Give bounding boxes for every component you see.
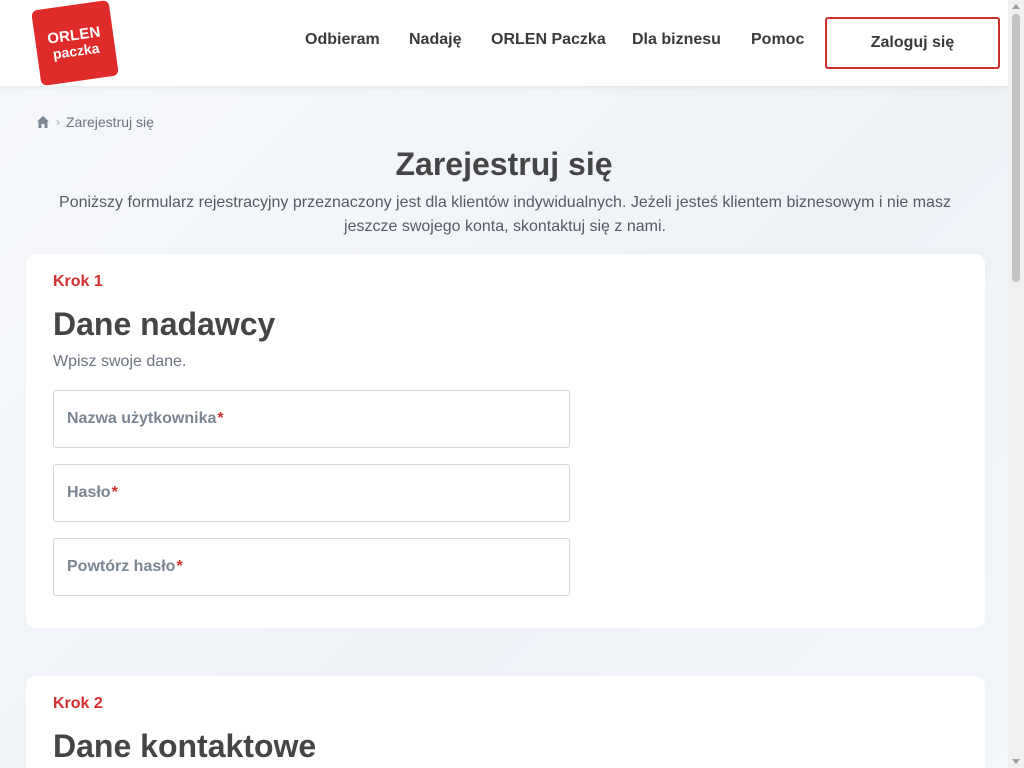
repeat-password-label: Powtórz hasło — [67, 558, 176, 575]
required-mark: * — [176, 558, 183, 575]
step-label: Krok 1 — [53, 273, 103, 290]
nav-item-orlen-paczka[interactable]: ORLEN Paczka — [491, 31, 606, 49]
password-field[interactable]: Hasło * — [53, 464, 570, 522]
scroll-up-icon[interactable] — [1012, 4, 1020, 9]
nav-item-pomoc[interactable]: Pomoc — [751, 31, 804, 49]
page-title: Zarejestruj się — [395, 146, 613, 182]
nav-item-dla-biznesu[interactable]: Dla biznesu — [632, 31, 721, 49]
section-title: Dane nadawcy — [53, 306, 276, 342]
breadcrumb: › Zarejestruj się — [36, 114, 154, 130]
repeat-password-field[interactable]: Powtórz hasło * — [53, 538, 570, 596]
breadcrumb-current: Zarejestruj się — [66, 114, 154, 130]
required-mark: * — [217, 410, 224, 427]
page-intro: Poniższy formularz rejestracyjny przezna… — [59, 194, 951, 235]
section-title: Dane kontaktowe — [53, 728, 317, 764]
username-field[interactable]: Nazwa użytkownika * — [53, 390, 570, 448]
password-label: Hasło — [67, 484, 111, 501]
chevron-right-icon: › — [56, 115, 60, 129]
page-scrollbar[interactable] — [1008, 0, 1024, 768]
scroll-down-icon[interactable] — [1012, 759, 1020, 764]
nav-item-nadaje[interactable]: Nadaję — [409, 31, 461, 49]
required-mark: * — [111, 484, 118, 501]
step2-card: Krok 2 Dane kontaktowe — [26, 676, 985, 768]
nav-item-odbieram[interactable]: Odbieram — [305, 31, 380, 49]
login-button[interactable]: Zaloguj się — [825, 17, 1000, 69]
orlen-paczka-logo[interactable]: ORLEN paczka — [31, 0, 119, 87]
site-header: ORLEN paczka Odbieram Nadaję ORLEN Paczk… — [0, 0, 1008, 87]
section-subtitle: Wpisz swoje dane. — [53, 353, 187, 370]
step-label: Krok 2 — [53, 695, 103, 712]
username-label: Nazwa użytkownika — [67, 410, 217, 427]
home-icon[interactable] — [36, 115, 50, 129]
scrollbar-thumb[interactable] — [1012, 14, 1020, 282]
step1-card: Krok 1 Dane nadawcy Wpisz swoje dane. Na… — [26, 254, 985, 628]
